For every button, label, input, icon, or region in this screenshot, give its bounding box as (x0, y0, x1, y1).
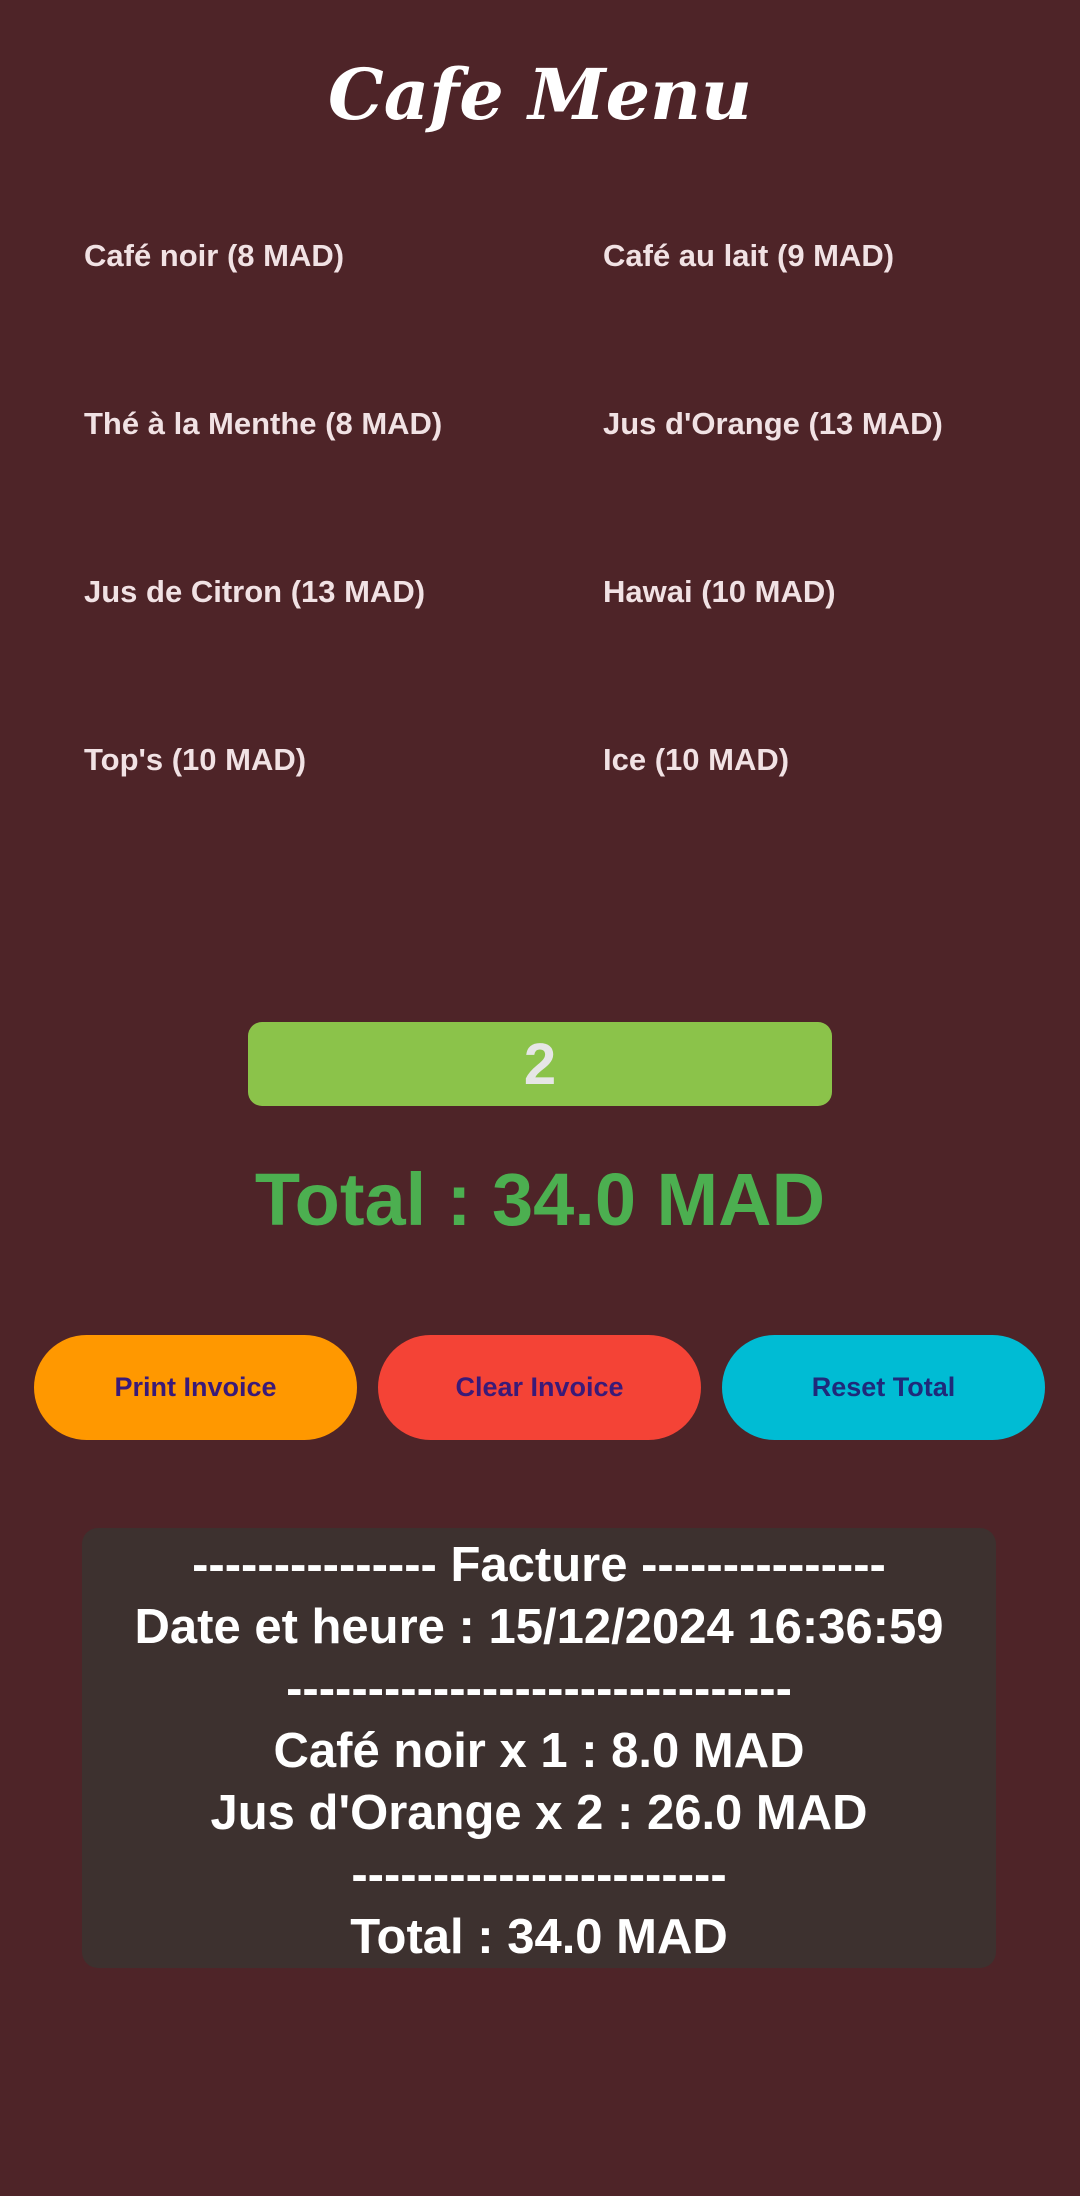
invoice-line-item: Jus d'Orange x 2 : 26.0 MAD (210, 1786, 868, 1840)
invoice-datetime: Date et heure : 15/12/2024 16:36:59 (134, 1600, 944, 1654)
menu-item-tops[interactable]: Top's (10 MAD) (84, 730, 554, 790)
print-invoice-button[interactable]: Print Invoice (34, 1335, 357, 1440)
menu-item-ice[interactable]: Ice (10 MAD) (603, 730, 1073, 790)
menu-item-hawai[interactable]: Hawai (10 MAD) (603, 562, 1073, 622)
quantity-value: 2 (523, 1031, 557, 1097)
menu-item-cafe-au-lait[interactable]: Café au lait (9 MAD) (603, 226, 1073, 286)
clear-invoice-button[interactable]: Clear Invoice (378, 1335, 701, 1440)
quantity-counter[interactable]: 2 (248, 1022, 832, 1106)
invoice-line-item: Café noir x 1 : 8.0 MAD (273, 1724, 805, 1778)
invoice-divider: ----------------------- (351, 1848, 727, 1902)
menu-item-jus-citron[interactable]: Jus de Citron (13 MAD) (84, 562, 554, 622)
invoice-panel: --------------- Facture --------------- … (82, 1528, 996, 1968)
menu-item-jus-orange[interactable]: Jus d'Orange (13 MAD) (603, 394, 1073, 454)
menu-item-cafe-noir[interactable]: Café noir (8 MAD) (84, 226, 554, 286)
invoice-divider: ------------------------------- (286, 1662, 792, 1716)
invoice-header: --------------- Facture --------------- (192, 1538, 886, 1592)
reset-total-button[interactable]: Reset Total (722, 1335, 1045, 1440)
total-label: Total : 34.0 MAD (254, 1158, 826, 1241)
invoice-total: Total : 34.0 MAD (350, 1910, 728, 1964)
app-title: Cafe Menu (328, 53, 752, 136)
menu-item-the-menthe[interactable]: Thé à la Menthe (8 MAD) (84, 394, 554, 454)
